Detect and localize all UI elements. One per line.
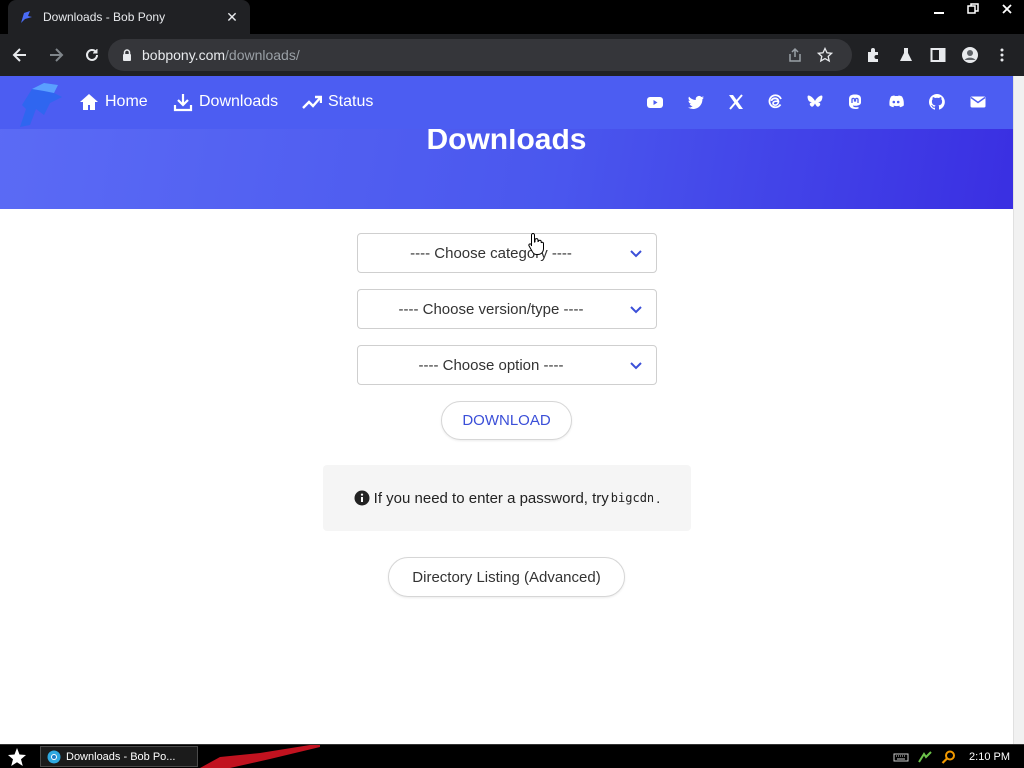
nav-downloads[interactable]: Downloads: [173, 90, 278, 114]
tab-close-icon[interactable]: ✕: [224, 9, 240, 26]
nav-downloads-label: Downloads: [199, 93, 279, 110]
wallpaper-streak: [200, 745, 320, 768]
category-select-label: ---- Choose category ----: [410, 244, 572, 262]
close-window-icon[interactable]: [990, 0, 1024, 18]
password-notice: If you need to enter a password, try big…: [323, 465, 691, 531]
profile-avatar-icon[interactable]: [954, 39, 986, 71]
version-select[interactable]: ---- Choose version/type ----: [357, 289, 657, 329]
restore-icon[interactable]: [956, 0, 990, 18]
mastodon-icon[interactable]: [845, 92, 865, 112]
bobpony-favicon-icon: [21, 11, 32, 23]
notice-text: If you need to enter a password, try: [373, 489, 609, 507]
browser-app-icon: [47, 750, 61, 763]
category-select[interactable]: ---- Choose category ----: [357, 233, 657, 273]
bookmark-star-icon[interactable]: [810, 40, 840, 70]
taskbar-browser-window[interactable]: Downloads - Bob Po...: [40, 746, 198, 767]
github-icon[interactable]: [927, 92, 947, 112]
info-circle-icon: [354, 490, 370, 506]
directory-listing-button[interactable]: Directory Listing (Advanced): [388, 557, 625, 597]
url-text[interactable]: bobpony.com/downloads/: [142, 47, 780, 63]
nav-home-label: Home: [105, 93, 148, 110]
chevron-down-icon: [616, 246, 656, 260]
lock-icon[interactable]: [120, 48, 134, 62]
twitter-icon[interactable]: [686, 92, 706, 112]
youtube-icon[interactable]: [645, 92, 665, 112]
chevron-down-icon: [616, 358, 656, 372]
keyboard-icon[interactable]: [893, 750, 909, 764]
option-select[interactable]: ---- Choose option ----: [357, 345, 657, 385]
labs-flask-icon[interactable]: [890, 39, 922, 71]
trending-up-icon: [302, 95, 322, 109]
notice-period: .: [656, 489, 661, 507]
back-arrow-icon[interactable]: [4, 39, 36, 71]
version-select-label: ---- Choose version/type ----: [398, 300, 584, 318]
discord-icon[interactable]: [886, 92, 906, 112]
tab-strip: Downloads - Bob Pony ✕: [0, 0, 1024, 34]
nav-home[interactable]: Home: [79, 90, 148, 114]
email-icon[interactable]: [968, 92, 988, 112]
bobpony-logo-icon[interactable]: [14, 79, 66, 129]
url-host: bobpony.com: [142, 47, 226, 63]
address-bar[interactable]: bobpony.com/downloads/: [108, 39, 852, 71]
home-icon: [80, 94, 98, 110]
search-icon[interactable]: [941, 750, 957, 764]
nav-status[interactable]: Status: [302, 90, 373, 114]
browser-toolbar: bobpony.com/downloads/: [0, 34, 1024, 76]
extensions-icon[interactable]: [858, 39, 890, 71]
forward-arrow-icon[interactable]: [40, 39, 72, 71]
taskbar-window-title: Downloads - Bob Po...: [66, 750, 176, 763]
browser-tab[interactable]: Downloads - Bob Pony ✕: [8, 0, 250, 34]
share-icon[interactable]: [780, 40, 810, 70]
network-icon[interactable]: [917, 750, 933, 764]
option-select-label: ---- Choose option ----: [418, 356, 564, 374]
url-path: /downloads/: [225, 47, 300, 63]
window-controls: [922, 0, 1024, 18]
taskbar: Downloads - Bob Po... 2:10 PM: [0, 744, 1024, 768]
threads-icon[interactable]: [765, 92, 785, 112]
x-icon[interactable]: [726, 92, 746, 112]
password-value: bigcdn: [610, 491, 655, 505]
reload-icon[interactable]: [76, 39, 108, 71]
minimize-icon[interactable]: [922, 0, 956, 18]
hand-cursor-icon: [528, 232, 544, 255]
start-button-icon[interactable]: [6, 747, 28, 767]
nav-status-label: Status: [328, 93, 374, 110]
tab-title: Downloads - Bob Pony: [43, 10, 166, 24]
page-viewport: Downloads Home Downloads Status ---- Cho…: [0, 76, 1013, 744]
kebab-menu-icon[interactable]: [986, 39, 1018, 71]
bluesky-icon[interactable]: [805, 92, 825, 112]
site-navbar: Home Downloads Status: [0, 76, 1013, 129]
side-panel-icon[interactable]: [922, 39, 954, 71]
chevron-down-icon: [616, 302, 656, 316]
page-scrollbar[interactable]: [1013, 76, 1024, 744]
download-button[interactable]: DOWNLOAD: [441, 401, 572, 440]
download-icon: [173, 94, 193, 112]
system-tray: 2:10 PM: [889, 745, 1024, 768]
taskbar-clock[interactable]: 2:10 PM: [969, 751, 1010, 763]
